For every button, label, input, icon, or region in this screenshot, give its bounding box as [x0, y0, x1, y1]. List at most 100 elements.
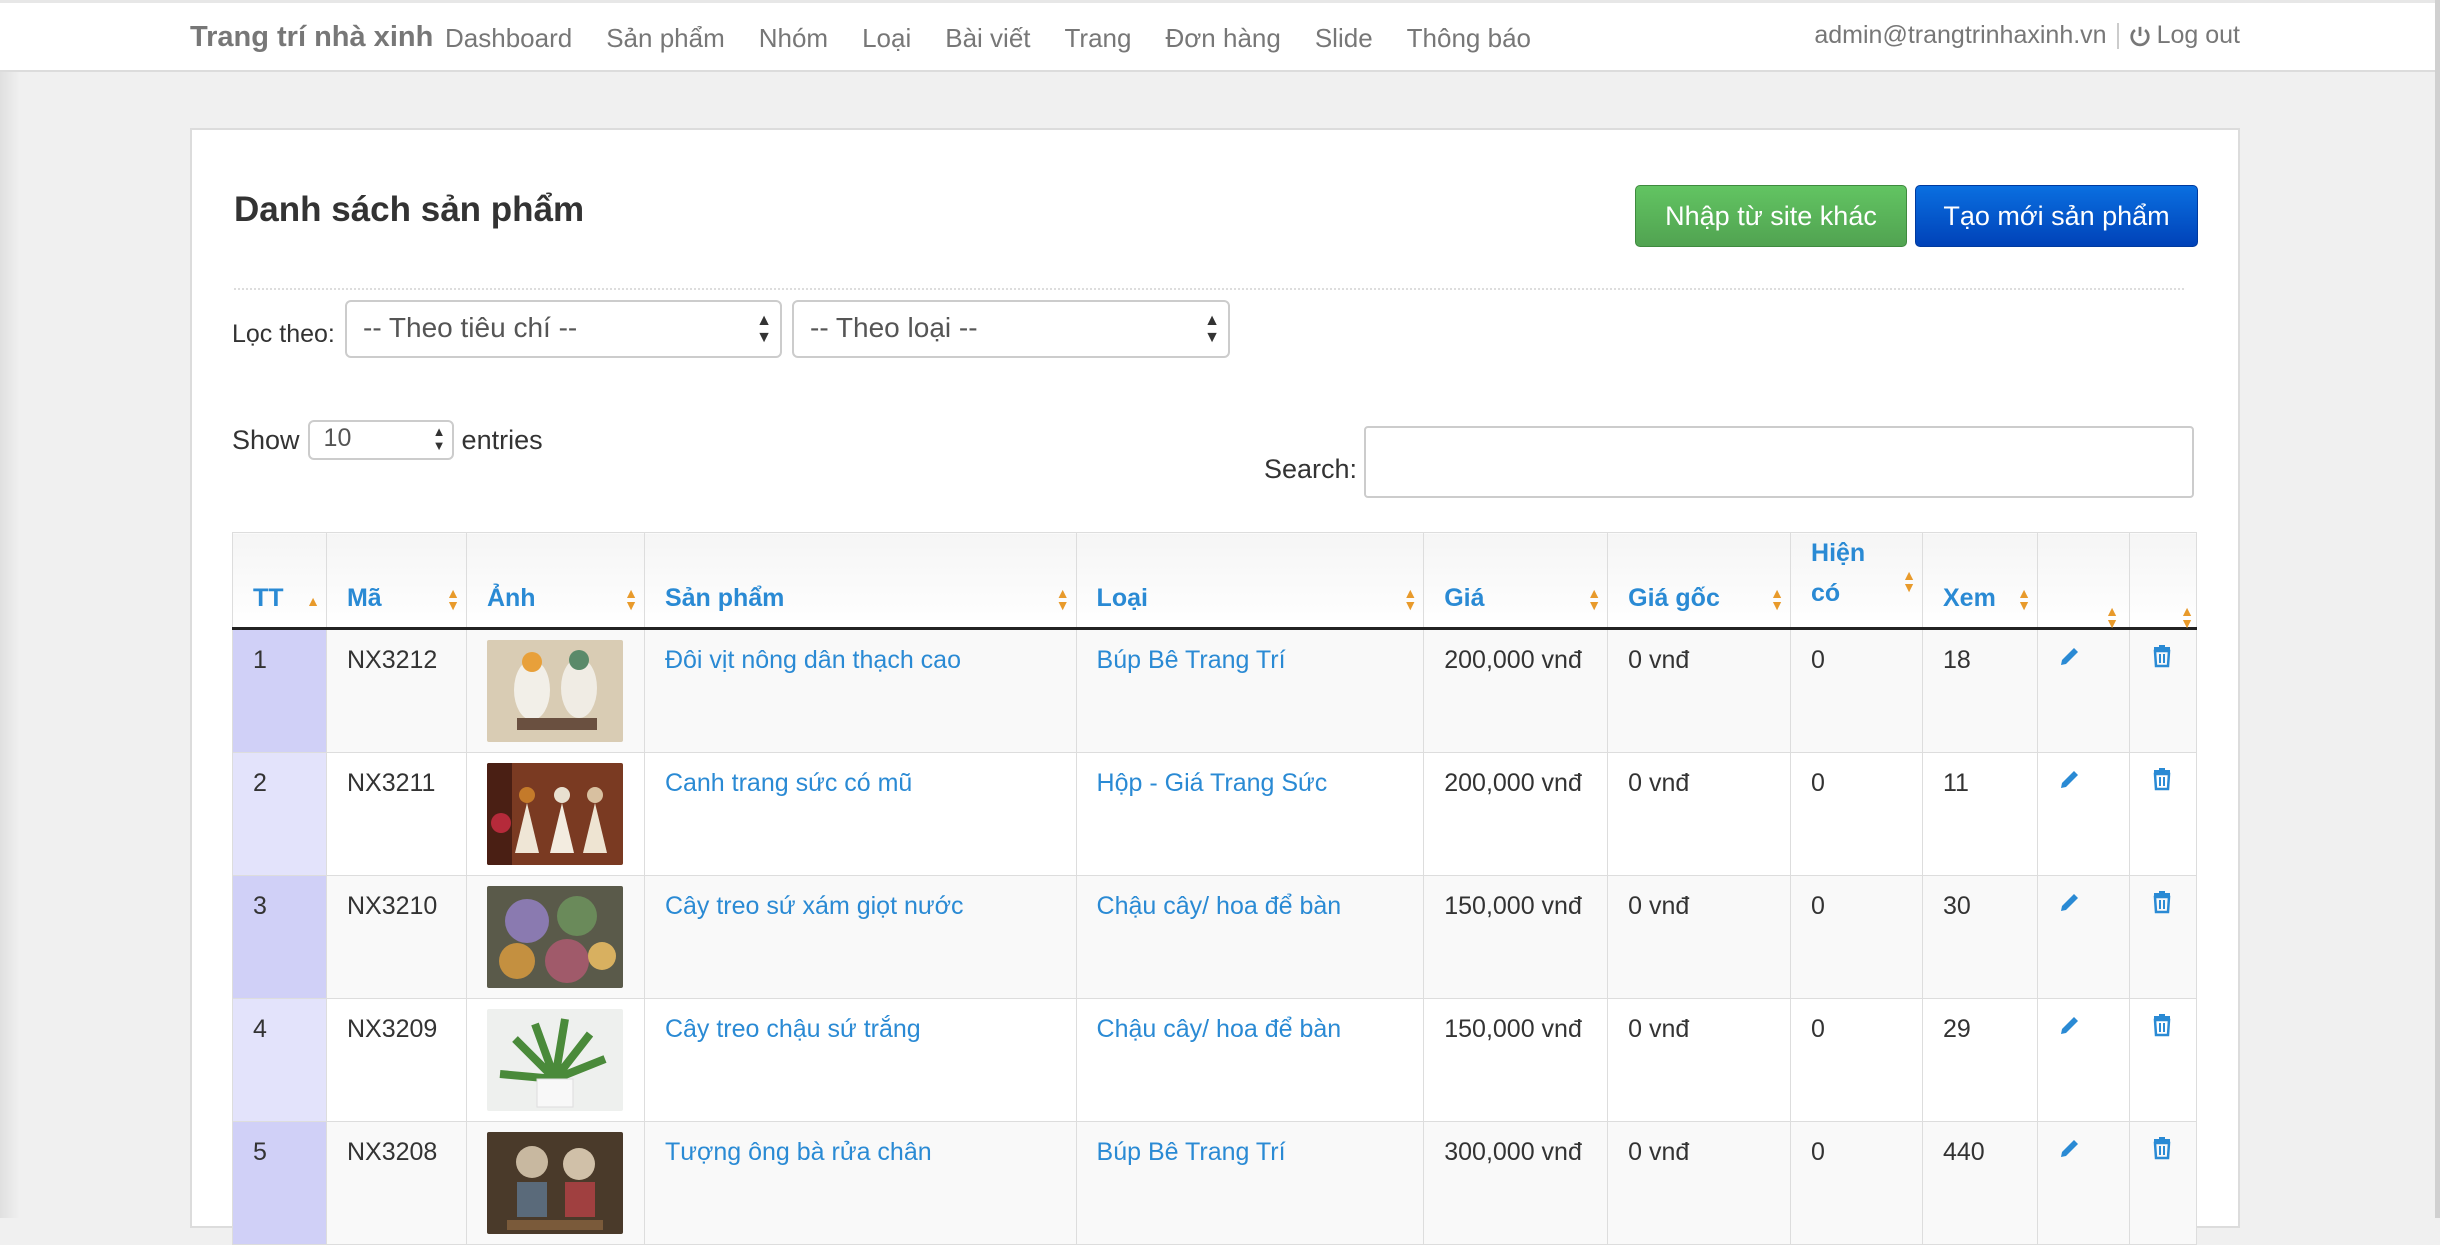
main-nav: Dashboard Sản phẩm Nhóm Loại Bài viết Tr… — [445, 23, 1531, 54]
col-delete[interactable]: ▲ ▼ — [2128, 532, 2198, 630]
trash-icon[interactable] — [2150, 1013, 2174, 1037]
product-link[interactable]: Canh trang sức có mũ — [665, 769, 912, 797]
nav-products[interactable]: Sản phẩm — [606, 23, 725, 54]
cell-original-price: 0 vnđ — [1607, 752, 1792, 876]
col-price[interactable]: Giá ▲ ▼ — [1423, 532, 1609, 630]
table-row: 2 NX3211 Canh trang sức có mũ Hộp - Giá … — [232, 752, 2198, 876]
user-email[interactable]: admin@trangtrinhaxinh.vn — [1814, 21, 2106, 50]
col-ma[interactable]: Mã ▲ ▼ — [325, 532, 467, 630]
cell-image — [465, 998, 645, 1122]
logout-link[interactable]: Log out — [2129, 21, 2240, 50]
table-row: 3 NX3210 Cây treo sứ xám giọt nước Chậu … — [232, 875, 2198, 999]
nav-types[interactable]: Loại — [862, 23, 911, 54]
product-thumbnail[interactable] — [486, 1009, 623, 1111]
product-link[interactable]: Tượng ông bà rửa chân — [665, 1138, 932, 1166]
cell-product-name: Canh trang sức có mũ — [643, 752, 1077, 876]
cell-edit — [2036, 1121, 2130, 1245]
select-arrows-icon: ▲ ▼ — [1204, 312, 1220, 346]
divider — [2116, 22, 2119, 49]
cell-views: 11 — [1922, 752, 2038, 876]
col-tt[interactable]: TT ▲ — [232, 532, 327, 630]
scrollbar[interactable] — [2435, 0, 2440, 1218]
type-link[interactable]: Chậu cây/ hoa để bàn — [1097, 892, 1342, 920]
nav-orders[interactable]: Đơn hàng — [1165, 23, 1280, 54]
col-views[interactable]: Xem ▲ ▼ — [1922, 532, 2038, 630]
user-area: admin@trangtrinhaxinh.vn Log out — [1814, 21, 2240, 50]
col-label: Mã — [346, 584, 382, 612]
product-link[interactable]: Cây treo chậu sứ trắng — [665, 1015, 921, 1043]
cell-code: NX3209 — [325, 998, 467, 1122]
trash-icon[interactable] — [2150, 644, 2174, 668]
col-product[interactable]: Sản phẩm ▲ ▼ — [643, 532, 1077, 630]
col-edit[interactable]: ▲ ▼ — [2036, 532, 2130, 631]
brand-logo[interactable]: Trang trí nhà xinh — [190, 21, 433, 54]
product-link[interactable]: Cây treo sứ xám giọt nước — [665, 892, 964, 920]
col-type[interactable]: Loại ▲ ▼ — [1075, 532, 1425, 630]
col-in-stock[interactable]: Hiện có ▲ ▼ — [1790, 532, 1923, 630]
sort-icon: ▲ ▼ — [1587, 585, 1602, 613]
type-link[interactable]: Hộp - Giá Trang Sức — [1097, 769, 1328, 797]
trash-icon[interactable] — [2150, 767, 2174, 791]
type-link[interactable]: Chậu cây/ hoa để bàn — [1097, 1015, 1342, 1043]
page-length-select[interactable]: 10 ▲ ▼ — [307, 420, 454, 460]
col-label: Xem — [1943, 584, 1996, 612]
import-button[interactable]: Nhập từ site khác — [1635, 185, 1907, 247]
cell-tt: 5 — [232, 1121, 327, 1245]
nav-dashboard[interactable]: Dashboard — [445, 23, 572, 54]
left-shadow — [0, 72, 20, 1218]
cell-type: Hộp - Giá Trang Sức — [1075, 752, 1425, 876]
type-link[interactable]: Búp Bê Trang Trí — [1097, 646, 1286, 674]
trash-icon[interactable] — [2150, 1136, 2174, 1160]
cell-tt: 4 — [232, 998, 327, 1122]
product-thumbnail[interactable] — [486, 763, 623, 865]
type-link[interactable]: Búp Bê Trang Trí — [1097, 1138, 1286, 1166]
table-header-row: TT ▲ Mã ▲ ▼ Ảnh ▲ ▼ Sản phẩm ▲ ▼ Loại ▲ ▼ Giá ▲ ▼ G… — [232, 532, 2198, 631]
sort-icon: ▲ ▼ — [2105, 603, 2119, 631]
col-label: Giá gốc — [1628, 584, 1720, 612]
nav-notifications[interactable]: Thông báo — [1407, 23, 1531, 54]
filter-type-select[interactable]: -- Theo loại -- ▲ ▼ — [792, 300, 1230, 358]
cell-tt: 3 — [232, 875, 327, 999]
pencil-icon[interactable] — [2058, 890, 2082, 914]
logout-label: Log out — [2156, 21, 2240, 49]
cell-price: 200,000 vnđ — [1423, 628, 1609, 753]
cell-type: Chậu cây/ hoa để bàn — [1075, 998, 1425, 1122]
nav-posts[interactable]: Bài viết — [945, 23, 1030, 54]
cell-original-price: 0 vnđ — [1607, 628, 1792, 753]
cell-edit — [2036, 752, 2130, 876]
col-image[interactable]: Ảnh ▲ ▼ — [465, 532, 645, 630]
product-thumbnail[interactable] — [486, 640, 623, 742]
trash-icon[interactable] — [2150, 890, 2174, 914]
cell-code: NX3210 — [325, 875, 467, 999]
col-original-price[interactable]: Giá gốc ▲ ▼ — [1607, 532, 1792, 630]
cell-price: 150,000 vnđ — [1423, 998, 1609, 1122]
divider — [234, 288, 2184, 290]
cell-image — [465, 752, 645, 876]
search-input[interactable] — [1364, 426, 2194, 498]
cell-type: Búp Bê Trang Trí — [1075, 1121, 1425, 1245]
pencil-icon[interactable] — [2058, 1013, 2082, 1037]
cell-original-price: 0 vnđ — [1607, 998, 1792, 1122]
pencil-icon[interactable] — [2058, 644, 2082, 668]
cell-delete — [2128, 998, 2198, 1122]
cell-image — [465, 628, 645, 753]
cell-price: 200,000 vnđ — [1423, 752, 1609, 876]
filter-criteria-select[interactable]: -- Theo tiêu chí -- ▲ ▼ — [345, 300, 782, 358]
product-table: TT ▲ Mã ▲ ▼ Ảnh ▲ ▼ Sản phẩm ▲ ▼ Loại ▲ ▼ Giá ▲ ▼ G… — [232, 532, 2198, 1245]
col-label: TT — [253, 584, 284, 612]
pencil-icon[interactable] — [2058, 1136, 2082, 1160]
product-thumbnail[interactable] — [486, 886, 623, 988]
sort-icon: ▲ ▼ — [1902, 567, 1916, 595]
cell-price: 150,000 vnđ — [1423, 875, 1609, 999]
nav-pages[interactable]: Trang — [1065, 23, 1132, 54]
nav-groups[interactable]: Nhóm — [759, 23, 828, 54]
product-link[interactable]: Đôi vịt nông dân thạch cao — [665, 646, 961, 674]
cell-type: Chậu cây/ hoa để bàn — [1075, 875, 1425, 999]
sort-icon: ▲ ▼ — [624, 585, 638, 613]
create-product-button[interactable]: Tạo mới sản phẩm — [1915, 185, 2198, 247]
search-label: Search: — [1264, 454, 1358, 484]
product-thumbnail[interactable] — [486, 1132, 623, 1234]
pencil-icon[interactable] — [2058, 767, 2082, 791]
nav-slide[interactable]: Slide — [1315, 23, 1373, 54]
cell-product-name: Tượng ông bà rửa chân — [643, 1121, 1077, 1245]
